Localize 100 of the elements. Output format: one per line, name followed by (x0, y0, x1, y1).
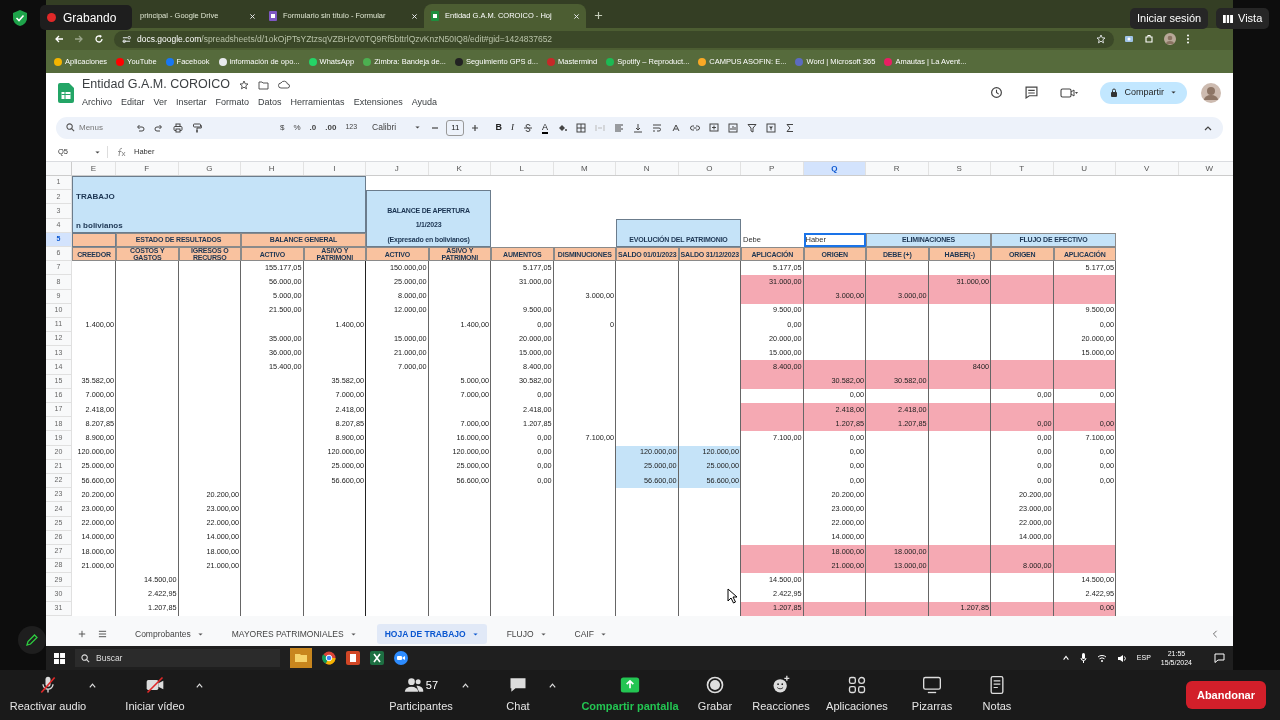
all-sheets-icon[interactable] (98, 630, 107, 638)
presentation-app-icon[interactable] (346, 651, 360, 665)
options-caret-icon[interactable] (547, 681, 557, 690)
decrease-decimals[interactable]: .0 (309, 121, 317, 134)
print-icon[interactable] (173, 122, 183, 133)
options-caret-icon[interactable] (195, 681, 204, 690)
undo-icon[interactable] (135, 122, 145, 133)
extension-icon[interactable] (1124, 34, 1134, 44)
star-icon[interactable] (238, 79, 249, 90)
font-dropdown[interactable]: Calibri (372, 121, 422, 134)
video-button[interactable]: Iniciar vídeo (115, 675, 195, 715)
close-icon[interactable] (249, 12, 256, 20)
sheet-tab[interactable]: HOJA DE TRABAJO (376, 624, 487, 644)
menu-item[interactable]: Ayuda (411, 96, 437, 110)
video-call-icon[interactable] (1060, 86, 1079, 99)
column-header[interactable]: O (678, 162, 741, 175)
column-header[interactable]: I (303, 162, 366, 175)
filter-views-icon[interactable] (766, 122, 776, 133)
column-header[interactable]: F (116, 162, 179, 175)
options-caret-icon[interactable] (460, 681, 470, 690)
apps-button[interactable]: Aplicaciones (816, 675, 897, 715)
whiteboard-button[interactable]: Pizarras (896, 675, 967, 715)
percent-format[interactable]: % (293, 121, 301, 134)
taskbar-search-field[interactable]: Buscar (75, 649, 280, 667)
borders-icon[interactable] (576, 122, 586, 133)
column-header[interactable]: L (491, 162, 554, 175)
vertical-align-icon[interactable] (633, 122, 643, 133)
comment-icon[interactable] (1025, 86, 1039, 99)
windows-logo-icon[interactable] (54, 652, 65, 664)
add-comment-icon[interactable] (709, 122, 719, 133)
close-icon[interactable] (411, 12, 418, 20)
italic-button[interactable]: I (510, 120, 514, 135)
text-color-button[interactable]: A (541, 121, 548, 134)
increase-decimals[interactable]: .00 (325, 121, 337, 134)
text-rotation-icon[interactable] (671, 122, 681, 133)
sheet-tab[interactable]: Comprobantes (127, 624, 212, 644)
column-header[interactable]: R (866, 162, 929, 175)
column-header[interactable]: Q (803, 162, 866, 175)
fill-color-icon[interactable] (557, 122, 567, 133)
column-header[interactable]: H (241, 162, 304, 175)
menu-item[interactable]: Extensiones (353, 96, 403, 110)
add-sheet-icon[interactable] (78, 630, 86, 638)
address-bar[interactable]: docs.google.com/spreadsheets/d/1okOjPTsYZtzsqVZBH2V0TQ9Rf5bttrlQzvKnzN50IQ8/edit#gid=1424837652 (114, 30, 1114, 48)
menu-item[interactable]: Formato (215, 96, 250, 110)
menu-item[interactable]: Ver (153, 96, 168, 110)
menu-item[interactable]: Insertar (176, 96, 207, 110)
column-header[interactable]: G (178, 162, 241, 175)
filter-icon[interactable] (747, 122, 757, 133)
audio-button[interactable]: Reactivar audio (8, 675, 88, 715)
back-icon[interactable] (54, 34, 64, 44)
link-icon[interactable] (690, 122, 700, 133)
column-header[interactable]: S (928, 162, 991, 175)
leave-button[interactable]: Abandonar (1185, 680, 1266, 710)
view-button[interactable]: Vista (1216, 8, 1270, 29)
menu-item[interactable]: Archivo (82, 96, 112, 110)
redo-icon[interactable] (154, 122, 164, 133)
column-header[interactable]: T (991, 162, 1054, 175)
currency-format[interactable]: $ (280, 121, 285, 134)
column-header[interactable]: E (72, 162, 116, 175)
volume-icon[interactable] (1116, 653, 1127, 663)
close-icon[interactable] (573, 12, 580, 20)
notes-button[interactable]: Notas (966, 675, 1027, 715)
participants-button[interactable]: 57 Participantes (380, 675, 461, 715)
column-header[interactable]: P (741, 162, 804, 175)
menu-item[interactable]: Editar (121, 96, 145, 110)
notification-icon[interactable] (1214, 653, 1225, 663)
reload-icon[interactable] (94, 34, 104, 44)
sheet-tab[interactable]: MAYORES PATRIMONIALES (223, 624, 365, 644)
chat-button[interactable]: Chat (487, 675, 548, 715)
record-button[interactable]: Grabar (684, 675, 745, 715)
share-button[interactable]: Compartir (1100, 81, 1187, 104)
sheet-tab[interactable]: CAIF (566, 624, 615, 644)
spreadsheet-app-icon[interactable] (370, 651, 384, 665)
paint-format-icon[interactable] (192, 122, 202, 133)
sheet-tab[interactable]: FLUJO (498, 624, 555, 644)
microphone-icon[interactable] (1079, 653, 1087, 663)
chart-icon[interactable] (728, 122, 738, 133)
menu-item[interactable]: Datos (258, 96, 282, 110)
history-icon[interactable] (990, 86, 1004, 99)
browser-app-icon[interactable] (322, 651, 336, 665)
bold-button[interactable]: B (495, 120, 502, 135)
font-size-field[interactable]: 11 (446, 119, 465, 136)
user-avatar-icon[interactable] (1201, 82, 1221, 103)
column-header[interactable]: J (366, 162, 429, 175)
merge-cells-icon[interactable] (595, 122, 605, 133)
strikethrough-icon[interactable] (522, 122, 533, 133)
folder-icon[interactable] (257, 79, 269, 90)
forward-icon[interactable] (74, 34, 84, 44)
column-header[interactable]: K (428, 162, 491, 175)
text-wrap-icon[interactable] (652, 122, 662, 133)
options-caret-icon[interactable] (88, 681, 97, 690)
chevron-up-icon[interactable] (1061, 654, 1070, 662)
column-header[interactable]: M (553, 162, 616, 175)
more-icon[interactable] (1186, 34, 1190, 44)
column-header[interactable]: N (616, 162, 679, 175)
share-button[interactable]: Compartir pantalla (574, 675, 685, 715)
wifi-icon[interactable] (1096, 654, 1107, 662)
profile-avatar-icon[interactable] (1164, 33, 1176, 45)
menu-search-field[interactable]: Menus (66, 121, 126, 134)
menu-item[interactable]: Herramientas (290, 96, 345, 110)
